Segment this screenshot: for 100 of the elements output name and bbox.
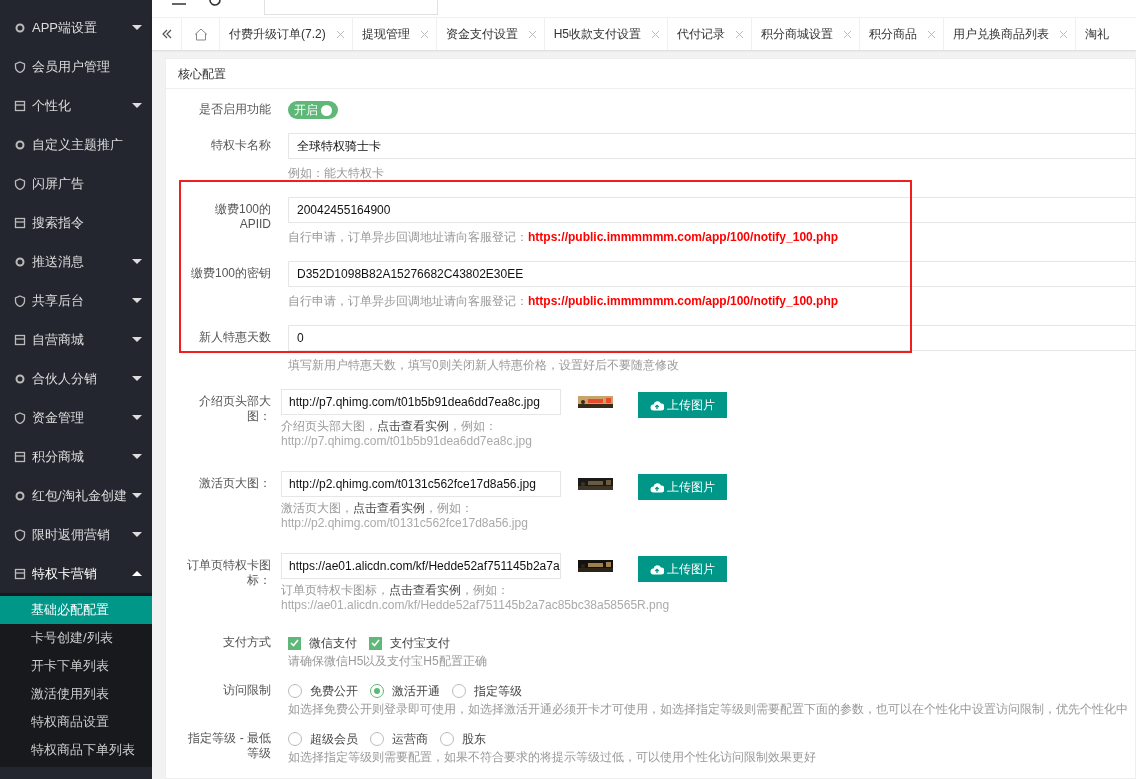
home-icon[interactable] bbox=[193, 27, 208, 41]
tab[interactable]: 资金支付设置 bbox=[436, 18, 545, 50]
input-field[interactable]: D352D1098B82A15276682C43802E30EE bbox=[288, 261, 1136, 287]
sidebar-item[interactable]: 推送消息 bbox=[0, 242, 152, 281]
callback-url-link[interactable]: https://public.immmmmm.com/app/100/notify_100.php bbox=[528, 229, 839, 245]
option-label: 激活开通 bbox=[392, 683, 440, 700]
field-label: 订单页特权卡图标： bbox=[186, 557, 271, 589]
tab[interactable]: 付费升级订单(7.2) bbox=[220, 18, 353, 50]
sidebar-item[interactable]: 个性化 bbox=[0, 86, 152, 125]
input-field[interactable]: 全球特权骑士卡 bbox=[288, 133, 1136, 159]
tab[interactable]: H5收款支付设置 bbox=[544, 18, 669, 50]
field-label: 访问限制 bbox=[223, 683, 271, 699]
menu-item-icon bbox=[14, 567, 26, 580]
field-label: 缴费100的密钥 bbox=[190, 265, 271, 282]
tab[interactable]: 用户兑换商品列表 bbox=[944, 18, 1077, 50]
field-label: 是否启用功能 bbox=[199, 101, 271, 117]
help-text: 自行申请，订单异步回调地址请向客服登记： bbox=[288, 293, 528, 309]
option-label: 微信支付 bbox=[309, 635, 357, 652]
tab[interactable]: 提现管理 bbox=[352, 18, 437, 50]
upload-button[interactable]: 上传图片 bbox=[638, 392, 727, 418]
option-label: 免费公开 bbox=[310, 683, 358, 700]
card-title: 核心配置 bbox=[166, 59, 1135, 89]
close-icon[interactable] bbox=[335, 29, 345, 39]
option-label: 运营商 bbox=[392, 731, 428, 748]
help-text: 自行申请，订单异步回调地址请向客服登记： bbox=[288, 229, 528, 245]
checkbox[interactable] bbox=[369, 636, 382, 650]
sidebar-item[interactable]: 自定义主题推广 bbox=[0, 125, 152, 164]
menu-item-icon bbox=[14, 411, 26, 424]
tab[interactable]: 淘礼 bbox=[1076, 18, 1110, 50]
close-icon[interactable] bbox=[527, 29, 537, 39]
option-label: 指定等级 bbox=[474, 683, 522, 700]
sidebar-item[interactable]: 限时返佣营销 bbox=[0, 515, 152, 554]
input-field[interactable]: 20042455164900 bbox=[288, 197, 1136, 223]
example-url: http://p2.qhimg.com/t0131c562fce17d8a56.jpg bbox=[281, 516, 528, 531]
close-icon[interactable] bbox=[1059, 29, 1069, 39]
sidebar-item[interactable]: 合伙人分销 bbox=[0, 359, 152, 398]
field-label: 介绍页头部大图： bbox=[198, 393, 271, 425]
help-text: 如选择指定等级则需要配置，如果不符合要求的将提示等级过低，可以使用个性化访问限制效果更好 bbox=[288, 749, 816, 765]
sidebar-item[interactable]: 共享后台 bbox=[0, 281, 152, 320]
menu-item-icon bbox=[14, 138, 26, 151]
menu-item-icon bbox=[14, 60, 26, 73]
sidebar-item[interactable]: 闪屏广告 bbox=[0, 164, 152, 203]
help-text: 订单页特权卡图标，点击查看实例，例如： bbox=[281, 583, 510, 598]
sidebar-item[interactable]: 红包/淘礼金创建 bbox=[0, 476, 152, 515]
close-icon[interactable] bbox=[735, 29, 745, 39]
input-field[interactable]: http://p2.qhimg.com/t0131c562fce17d8a56.jpg bbox=[281, 471, 561, 497]
menu-item-icon bbox=[14, 528, 26, 541]
close-icon[interactable] bbox=[843, 29, 853, 39]
field-label: 特权卡名称 bbox=[211, 137, 271, 154]
sidebar-subitem[interactable]: 特权商品设置 bbox=[0, 708, 152, 736]
help-text: 激活页大图，点击查看实例，例如： bbox=[281, 501, 474, 516]
sidebar-item[interactable]: 积分商城 bbox=[0, 437, 152, 476]
close-icon[interactable] bbox=[651, 29, 661, 39]
menu-item-icon bbox=[14, 255, 26, 268]
example-url: http://p7.qhimg.com/t01b5b91dea6dd7ea8c.jpg bbox=[281, 434, 532, 449]
option-label: 支付宝支付 bbox=[390, 635, 450, 652]
sidebar-subitem[interactable]: 卡号创建/列表 bbox=[0, 624, 152, 652]
menu-item-icon bbox=[14, 99, 26, 112]
option-label: 超级会员 bbox=[310, 731, 358, 748]
menu-item-icon bbox=[14, 450, 26, 463]
sidebar-subitem[interactable]: 激活使用列表 bbox=[0, 680, 152, 708]
sidebar-item[interactable]: 资金管理 bbox=[0, 398, 152, 437]
menu-item-icon bbox=[14, 216, 26, 229]
field-label: 新人特惠天数 bbox=[199, 329, 271, 346]
menu-item-icon bbox=[14, 177, 26, 190]
field-label: 支付方式 bbox=[223, 635, 271, 651]
sidebar-item[interactable]: 搜索指令 bbox=[0, 203, 152, 242]
input-field[interactable]: http://p7.qhimg.com/t01b5b91dea6dd7ea8c.jpg bbox=[281, 389, 561, 415]
input-field[interactable]: https://ae01.alicdn.com/kf/Hedde52af751145b2a7a bbox=[281, 553, 561, 579]
cloud-upload-icon bbox=[650, 481, 664, 493]
upload-button[interactable]: 上传图片 bbox=[638, 474, 727, 500]
cloud-upload-icon bbox=[650, 399, 664, 411]
upload-button[interactable]: 上传图片 bbox=[638, 556, 727, 582]
close-icon[interactable] bbox=[419, 29, 429, 39]
menu-item-icon bbox=[14, 333, 26, 346]
close-icon[interactable] bbox=[927, 29, 937, 39]
tab[interactable]: 积分商品 bbox=[860, 18, 945, 50]
sidebar-subitem[interactable]: 特权商品下单列表 bbox=[0, 736, 152, 764]
help-text: 例如：能大特权卡 bbox=[288, 165, 384, 181]
checkbox[interactable] bbox=[288, 636, 301, 650]
callback-url-link[interactable]: https://public.immmmmm.com/app/100/notify_100.php bbox=[528, 293, 839, 309]
scroll-left-icon[interactable] bbox=[160, 29, 173, 39]
help-text: 介绍页头部大图，点击查看实例，例如： bbox=[281, 419, 498, 434]
help-text: 填写新用户特惠天数，填写0则关闭新人特惠价格，设置好后不要随意修改 bbox=[288, 357, 679, 373]
tab[interactable]: 积分商城设置 bbox=[752, 18, 861, 50]
field-label: 缴费100的APIID bbox=[213, 201, 271, 233]
sidebar-subitem[interactable]: 基础必配配置 bbox=[0, 596, 152, 624]
example-url: https://ae01.alicdn.com/kf/Hedde52af751145b2a7ac85bc38a58565R.png bbox=[281, 598, 670, 613]
cloud-upload-icon bbox=[650, 563, 664, 575]
sidebar-item[interactable]: 自营商城 bbox=[0, 320, 152, 359]
help-text: 如选择免费公开则登录即可使用，如选择激活开通必须开卡才可使用，如选择指定等级则需要配置下面的参数，也可以在个性化中设置访问限制，优先个性化中 bbox=[288, 701, 1128, 717]
field-label: 指定等级 - 最低等级 bbox=[187, 731, 271, 762]
input-field[interactable]: 0 bbox=[288, 325, 1136, 351]
sidebar-subitem[interactable]: 开卡下单列表 bbox=[0, 652, 152, 680]
sidebar-item[interactable]: 特权卡营销 bbox=[0, 554, 152, 593]
sidebar-item[interactable]: 会员用户管理 bbox=[0, 47, 152, 86]
option-label: 股东 bbox=[462, 731, 486, 748]
menu-item-icon bbox=[14, 489, 26, 502]
sidebar-item[interactable]: APP端设置 bbox=[0, 8, 152, 47]
tab[interactable]: 代付记录 bbox=[668, 18, 753, 50]
